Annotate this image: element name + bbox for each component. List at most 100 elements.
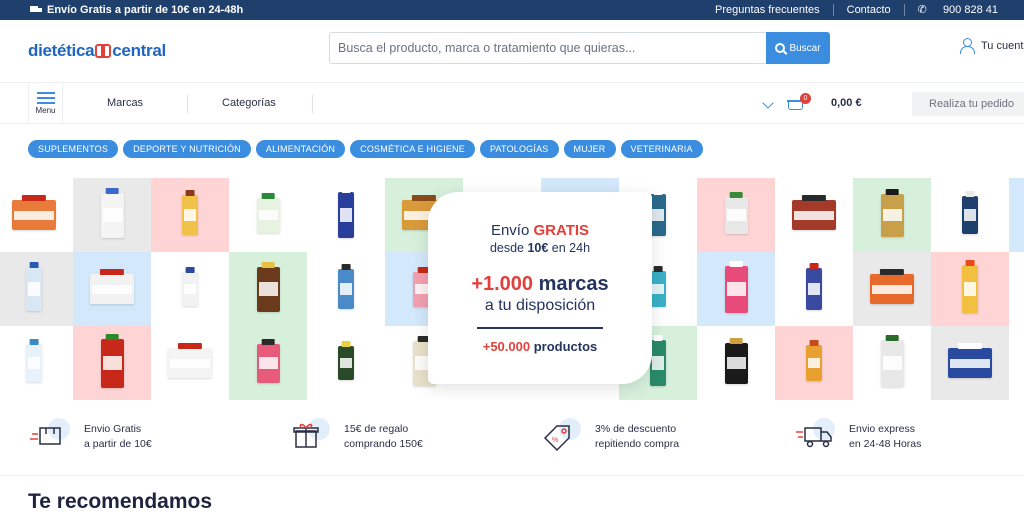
promo-line-1: Envío GRATIS xyxy=(490,222,590,239)
logo-text-left: dietética xyxy=(28,41,95,60)
product-tile xyxy=(229,326,307,400)
product-bottle xyxy=(880,334,904,387)
phone-number: 900 828 41 xyxy=(942,4,998,16)
product-tile xyxy=(0,326,73,400)
delivery-truck-icon xyxy=(795,418,835,456)
benefit-title: Envio Gratis xyxy=(84,423,142,435)
shipping-promo-text: Envío Gratis a partir de 10€ en 24-48h xyxy=(47,4,244,16)
phone-link[interactable]: ✆ 900 828 41 xyxy=(903,4,1024,16)
search-input[interactable] xyxy=(329,32,766,64)
cart-total[interactable]: 0,00 € xyxy=(831,97,862,109)
nav-brands[interactable]: Marcas xyxy=(107,97,143,109)
promo-card: Envío GRATIS desde 10€ en 24h +1.000 mar… xyxy=(428,192,652,384)
product-tile xyxy=(931,326,1009,400)
gift-icon xyxy=(290,418,330,456)
benefit-discount: % 3% de descuento repitiendo compra xyxy=(541,418,679,456)
product-tile xyxy=(1009,326,1024,400)
product-tile xyxy=(229,178,307,252)
truck-icon xyxy=(30,6,42,14)
price-tag-icon: % xyxy=(541,418,581,456)
nav-categories[interactable]: Categorías xyxy=(222,97,276,109)
promo-brands-count: +1.000 marcas xyxy=(471,273,609,295)
product-tile xyxy=(307,326,385,400)
product-tile xyxy=(775,326,853,400)
promo-line-2: desde 10€ en 24h xyxy=(489,241,591,255)
product-bottle xyxy=(948,343,992,378)
product-tile xyxy=(775,252,853,326)
product-tile xyxy=(229,252,307,326)
category-pill[interactable]: PATOLOGÍAS xyxy=(479,140,559,158)
benefit-title: 15€ de regalo xyxy=(344,423,409,435)
product-bottle xyxy=(168,343,212,378)
product-bottle xyxy=(182,190,198,235)
product-bottle xyxy=(880,188,904,237)
product-bottle xyxy=(256,338,280,383)
search-icon xyxy=(775,43,786,53)
benefit-subtitle: repitiendo compra xyxy=(595,438,680,450)
category-pills: SUPLEMENTOS DEPORTE Y NUTRICIÓN ALIMENTA… xyxy=(28,140,703,158)
logo-text-right: central xyxy=(112,41,166,60)
benefit-subtitle: comprando 150€ xyxy=(344,438,423,450)
product-bottle xyxy=(182,267,198,306)
svg-text:%: % xyxy=(552,437,558,444)
product-bottle xyxy=(256,192,280,233)
hamburger-icon xyxy=(36,92,55,104)
product-tile xyxy=(0,252,73,326)
product-tile xyxy=(931,178,1009,252)
category-pill[interactable]: SUPLEMENTOS xyxy=(28,140,119,158)
product-bottle xyxy=(962,260,978,313)
hero-banner[interactable]: Envío GRATIS desde 10€ en 24h +1.000 mar… xyxy=(0,178,1024,400)
nav-divider xyxy=(312,95,313,113)
product-tile xyxy=(697,252,775,326)
product-tile xyxy=(853,326,931,400)
product-tile xyxy=(307,252,385,326)
product-tile xyxy=(0,178,73,252)
cart-count-badge: 0 xyxy=(800,93,811,104)
shipping-box-icon xyxy=(30,418,70,456)
product-bottle xyxy=(650,335,666,386)
product-tile xyxy=(775,178,853,252)
product-bottle xyxy=(650,266,666,307)
user-icon xyxy=(960,38,975,54)
benefit-gift: 15€ de regalo comprando 150€ xyxy=(290,418,423,456)
product-bottle xyxy=(338,341,354,380)
menu-button[interactable]: Menu xyxy=(28,83,63,124)
section-divider xyxy=(0,475,1024,476)
search-button[interactable]: Buscar xyxy=(766,32,830,64)
product-bottle xyxy=(806,340,822,381)
product-bottle xyxy=(338,264,354,309)
product-bottle xyxy=(26,339,42,382)
benefit-express: Envio express en 24-48 Horas xyxy=(795,418,921,456)
category-pill[interactable]: DEPORTE Y NUTRICIÓN xyxy=(123,140,251,158)
product-tile xyxy=(853,178,931,252)
product-bottle xyxy=(792,195,836,230)
product-tile xyxy=(151,178,229,252)
category-pill[interactable]: COSMÉTICA E HIGIENE xyxy=(350,140,475,158)
top-links: Preguntas frecuentes Contacto ✆ 900 828 … xyxy=(702,0,1024,20)
chevron-down-icon[interactable] xyxy=(762,97,774,109)
cross-logo-icon xyxy=(95,44,112,58)
product-bottle xyxy=(100,333,124,388)
search-bar: Buscar xyxy=(329,32,830,64)
product-tile xyxy=(73,178,151,252)
product-tile xyxy=(931,252,1009,326)
account-link[interactable]: Tu cuent xyxy=(960,38,1023,54)
order-button[interactable]: Realiza tu pedido xyxy=(912,92,1024,116)
site-header: dietética central Buscar Tu cuent xyxy=(0,20,1024,82)
category-pill[interactable]: VETERINARIA xyxy=(620,140,703,158)
site-logo[interactable]: dietética central xyxy=(28,41,166,61)
benefits-row: Envio Gratis a partir de 10€ 15€ de rega… xyxy=(0,418,1024,464)
benefit-free-shipping: Envio Gratis a partir de 10€ xyxy=(30,418,152,456)
product-bottle xyxy=(26,262,42,311)
product-bottle xyxy=(100,187,124,238)
top-bar: Envío Gratis a partir de 10€ en 24-48h P… xyxy=(0,0,1024,20)
nav-divider xyxy=(187,95,188,113)
product-tile xyxy=(1009,252,1024,326)
faq-link[interactable]: Preguntas frecuentes xyxy=(702,4,833,16)
category-pill[interactable]: MUJER xyxy=(563,140,616,158)
main-nav: Menu Marcas Categorías 0 0,00 € Realiza … xyxy=(0,82,1024,124)
promo-products-count: +50.000 productos xyxy=(482,339,598,354)
contact-link[interactable]: Contacto xyxy=(832,4,904,16)
product-bottle xyxy=(724,191,748,234)
category-pill[interactable]: ALIMENTACIÓN xyxy=(255,140,346,158)
